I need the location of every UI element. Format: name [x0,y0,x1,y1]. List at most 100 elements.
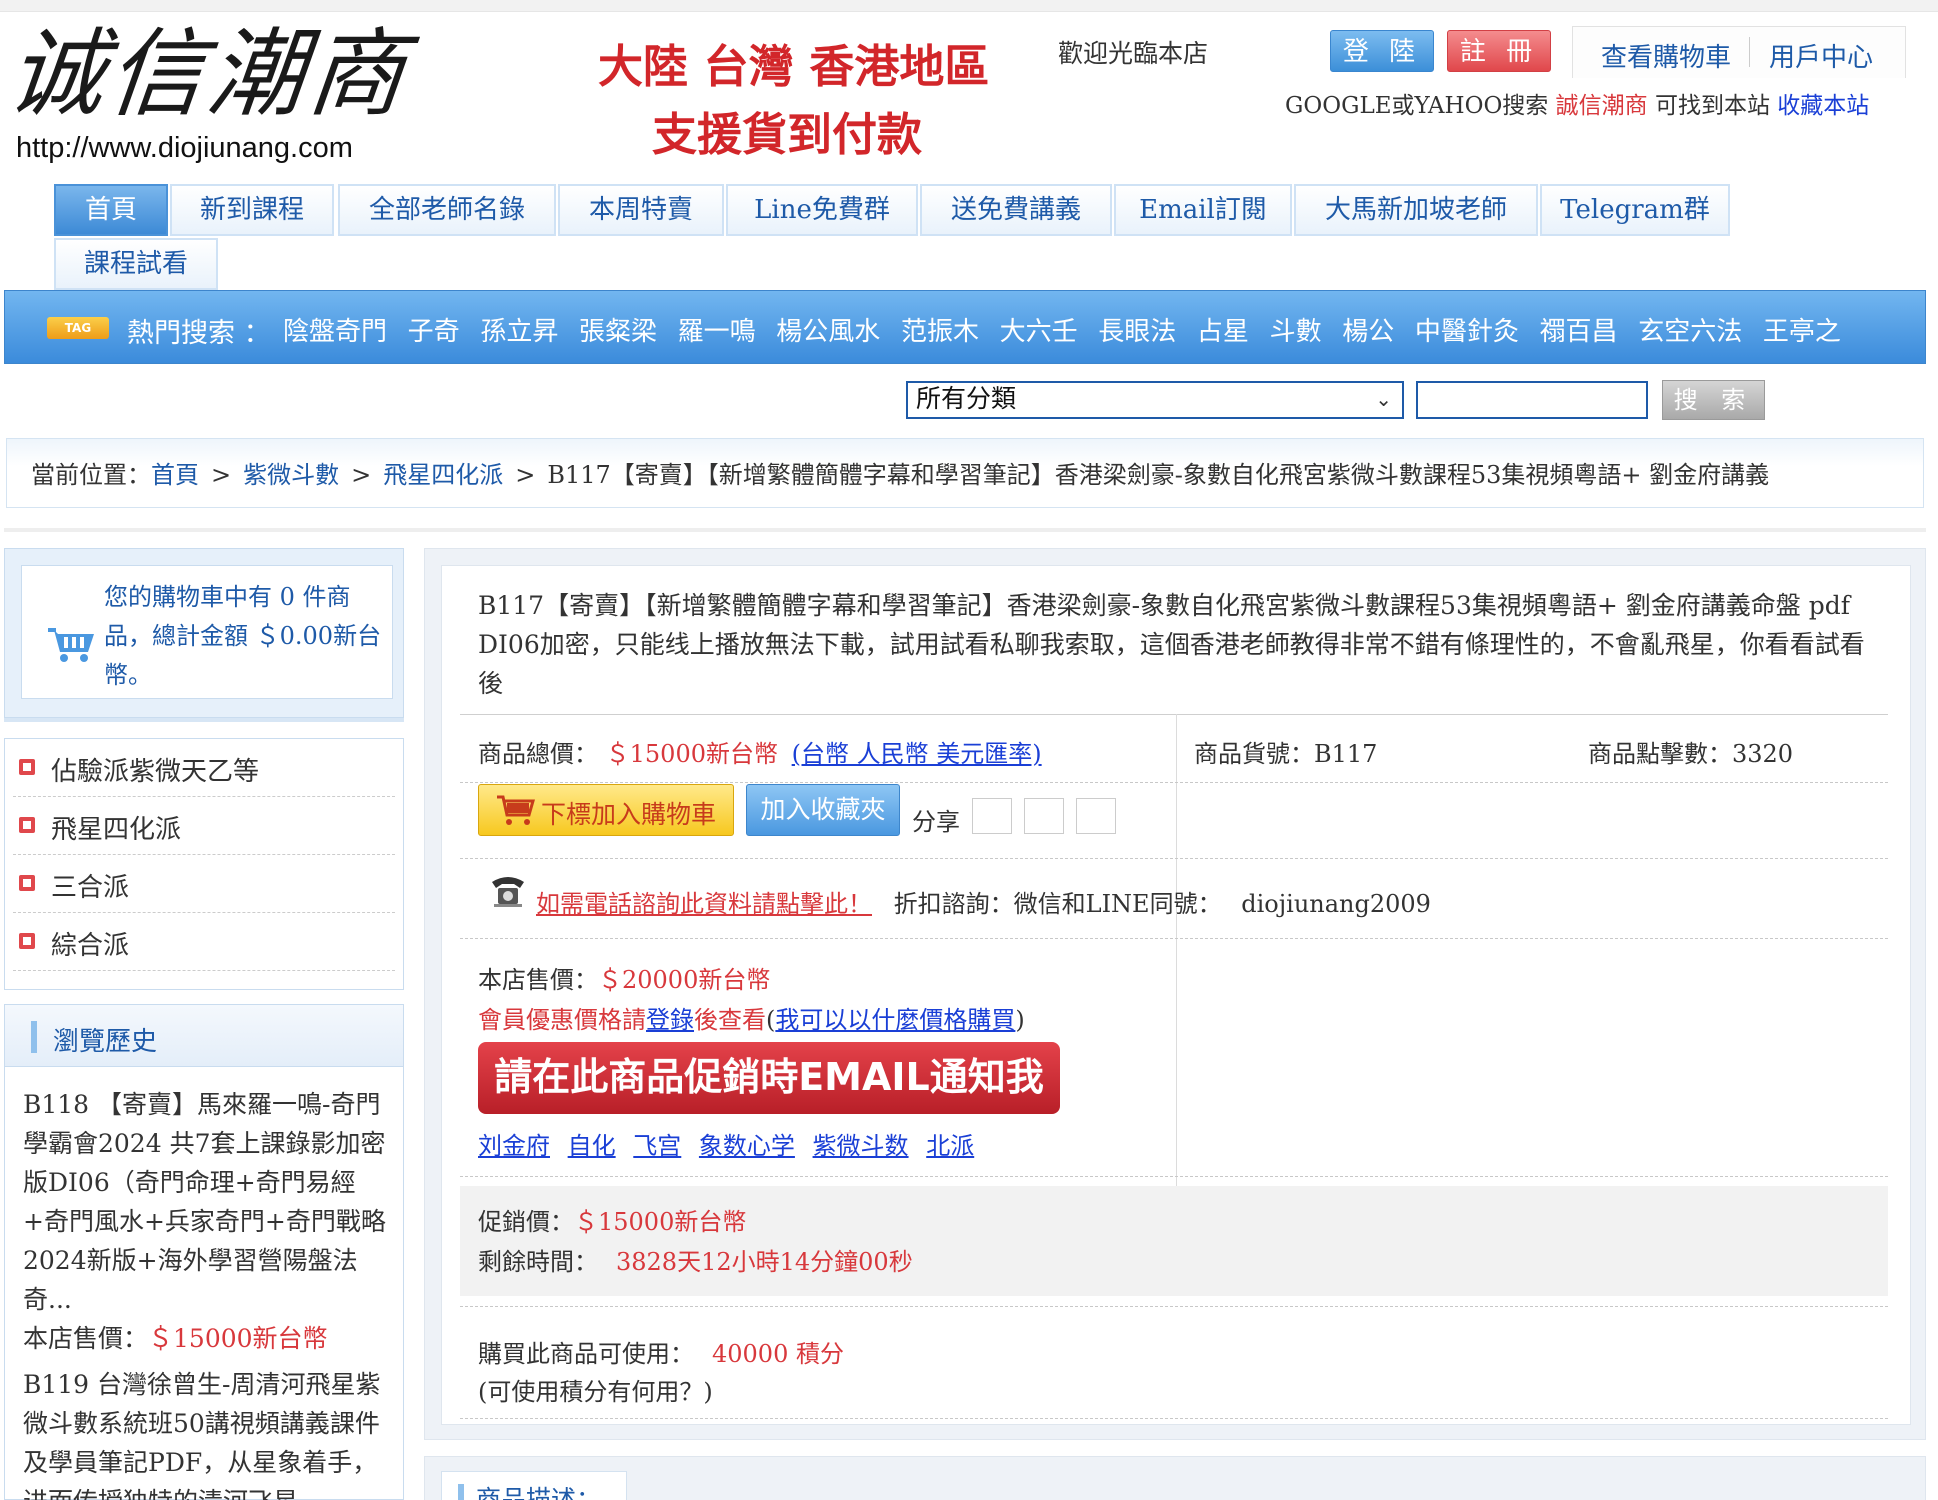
product-info: B117【寄賣】【新增繁體簡體字幕和學習筆記】香港梁劍豪-象數自化飛宮紫微斗數課… [441,565,1911,1425]
breadcrumb-cat1[interactable]: 紫微斗數 [243,461,339,489]
hot-tag[interactable]: 斗數 [1270,317,1322,347]
hot-tag[interactable]: 玄空六法 [1638,317,1742,347]
hot-tag[interactable]: 楊公 [1342,317,1394,347]
sku-value: B117 [1314,740,1378,768]
share-facebook-icon[interactable] [972,798,1012,834]
phone-inquiry-link[interactable]: 如需電話諮詢此資料請點擊此！ [536,890,872,918]
hot-search-label: 熱門搜索 ： [127,318,271,349]
member-price-mid: 後查看 [694,1006,766,1034]
add-favorite-button[interactable]: 加入收藏夾 [746,784,900,836]
member-price-link[interactable]: 我可以以什麼價格購買 [775,1006,1015,1034]
hot-tag[interactable]: 范振木 [901,317,979,347]
bookmark-link[interactable]: 收藏本站 [1777,93,1869,119]
breadcrumb-home[interactable]: 首頁 [151,461,199,489]
member-price-row: 會員優惠價格請登錄後查看(我可以以什麼價格購買) [478,1000,1025,1035]
hot-tag[interactable]: 王亭之 [1763,317,1841,347]
discount-id: diojiunang2009 [1241,890,1431,918]
product-tag[interactable]: 象数心学 [699,1132,795,1160]
product-tag[interactable]: 飞宫 [633,1132,681,1160]
hot-tag[interactable]: 子奇 [408,317,460,347]
divider [460,714,1888,715]
category-label: 佔驗派紫微天乙等 [51,757,260,787]
category-item[interactable]: 綜合派 [13,913,395,971]
history-item-title[interactable]: B119 台灣徐曾生-周清河飛星紫微斗數系統班50講視頻講義課件及學員筆記PDF… [23,1365,395,1500]
share-twitter-icon[interactable] [1024,798,1064,834]
tab-line-group[interactable]: Line免費群 [726,184,918,236]
share-line-icon[interactable] [1076,798,1116,834]
remaining-time-label: 剩餘時間： [478,1248,598,1276]
divider [1749,37,1750,67]
view-cart-link[interactable]: 查看購物車 [1601,37,1731,74]
product-tag[interactable]: 刘金府 [478,1132,550,1160]
category-item[interactable]: 三合派 [13,855,395,913]
hot-tag[interactable]: 占星 [1197,317,1249,347]
tab-email-subscribe[interactable]: Email訂閱 [1114,184,1292,236]
category-item[interactable]: 飛星四化派 [13,797,395,855]
site-logo[interactable]: 诚信潮商 [2,18,414,136]
history-item-title[interactable]: B118 【寄賣】馬來羅一鳴-奇門學霸會2024 共7套上課錄影加密版DI06（… [23,1085,395,1319]
breadcrumb-text: 當前位置：首頁 > 紫微斗數 > 飛星四化派 > B117【寄賣】【新增繁體簡體字幕和學習筆… [31,455,1769,490]
tab-description[interactable]: 商品描述： [441,1471,627,1500]
product-tag[interactable]: 自化 [568,1132,616,1160]
hot-tag[interactable]: 楊公風水 [776,317,880,347]
hot-tag[interactable]: 張粲梁 [579,317,657,347]
tab-home[interactable]: 首頁 [54,184,168,236]
promo-price-label: 促銷價： [478,1208,574,1236]
cart-summary-box: 您的購物車中有 0 件商品，總計金額 ＄0.00新台幣。 [4,548,404,718]
total-price-value: ＄15000新台幣 [605,740,778,768]
tab-weekly-sale[interactable]: 本周特賣 [558,184,724,236]
hot-tag[interactable]: 長眼法 [1098,317,1176,347]
points-help-link[interactable]: (可使用積分有何用？) [478,1372,713,1407]
register-button[interactable]: 註 冊 [1447,30,1551,72]
category-select[interactable]: 所有分類 ⌄ [906,381,1404,419]
tag-icon: TAG [47,317,109,339]
clicks-value: 3320 [1732,740,1794,768]
hot-tag[interactable]: 羅一鳴 [678,317,756,347]
clicks-row: 商品點擊數：3320 [1588,734,1793,769]
shop-price-row: 本店售價：＄20000新台幣 [478,960,770,995]
breadcrumb: 當前位置：首頁 > 紫微斗數 > 飛星四化派 > B117【寄賣】【新增繁體簡體字幕和學習筆… [6,438,1924,508]
tab-free-notes[interactable]: 送免費講義 [920,184,1112,236]
hot-tag[interactable]: 大六壬 [1000,317,1078,347]
product-tag[interactable]: 紫微斗数 [813,1132,909,1160]
site-url: http://www.diojiunang.com [16,132,353,164]
user-center-link[interactable]: 用戶中心 [1769,37,1873,74]
hot-tag[interactable]: 陰盤奇門 [283,317,387,347]
total-price-label: 商品總價： [478,740,598,768]
category-item[interactable]: 佔驗派紫微天乙等 [13,739,395,797]
tab-teachers[interactable]: 全部老師名錄 [338,184,556,236]
description-panel: 商品描述： [424,1456,1926,1500]
product-tag[interactable]: 北派 [926,1132,974,1160]
bullet-icon [19,759,35,775]
bullet-icon [19,817,35,833]
tab-course-preview[interactable]: 課程試看 [54,238,218,290]
user-nav: 查看購物車 用戶中心 [1572,26,1906,78]
hot-tag[interactable]: 中醫針灸 [1415,317,1519,347]
history-title: 瀏覽歷史 [53,1027,158,1057]
category-label: 飛星四化派 [51,815,182,845]
points-row: 購買此商品可使用： 40000 積分 [478,1334,844,1369]
sku-label: 商品貨號： [1194,740,1314,768]
exchange-rate-link[interactable]: (台幣 人民幣 美元匯率) [792,740,1042,768]
shopping-cart-icon [497,795,535,825]
points-label: 購買此商品可使用： [478,1340,694,1368]
login-button[interactable]: 登 陸 [1330,30,1434,72]
search-button[interactable]: 搜 索 [1662,380,1765,420]
telephone-icon [492,877,524,907]
tab-new-courses[interactable]: 新到課程 [170,184,334,236]
search-input[interactable] [1416,381,1648,419]
login-link[interactable]: 登錄 [646,1006,694,1034]
hot-tag[interactable]: 禤百昌 [1540,317,1618,347]
divider [460,938,1888,939]
tab-telegram[interactable]: Telegram群 [1540,184,1730,236]
shop-price-value: ＄20000新台幣 [598,966,771,994]
breadcrumb-cat2[interactable]: 飛星四化派 [383,461,503,489]
hot-tag[interactable]: 孫立昇 [480,317,558,347]
tab-malaysia-teachers[interactable]: 大馬新加坡老師 [1294,184,1538,236]
total-price-row: 商品總價： ＄15000新台幣 (台幣 人民幣 美元匯率) [478,734,1042,769]
points-value: 40000 積分 [712,1340,844,1368]
hot-search-bar: TAG 熱門搜索 ： 陰盤奇門 子奇 孫立昇 張粲梁 羅一鳴 楊公風水 范振木 … [4,290,1926,364]
email-notify-button[interactable]: 請在此商品促銷時EMAIL通知我 [478,1042,1060,1114]
cart-summary-text[interactable]: 您的購物車中有 0 件商品，總計金額 ＄0.00新台幣。 [104,578,394,695]
add-to-cart-button[interactable]: 下標加入購物車 [478,784,734,836]
